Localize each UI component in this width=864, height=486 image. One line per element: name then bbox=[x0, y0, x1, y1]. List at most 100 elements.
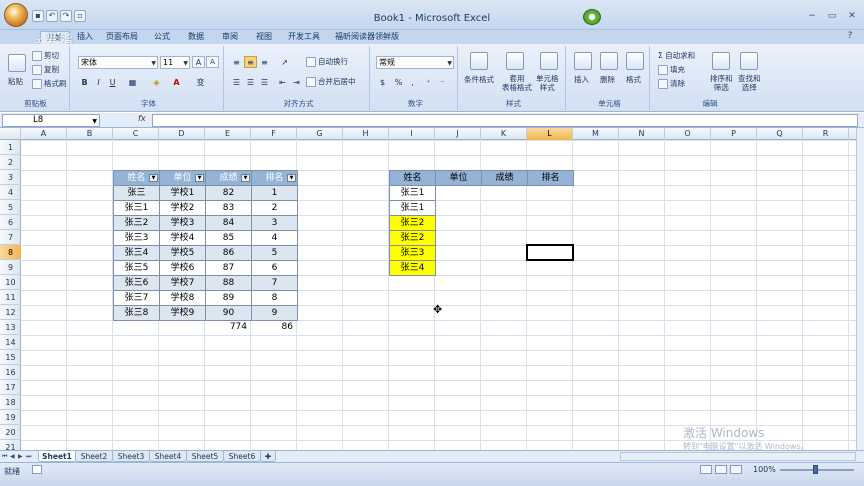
page-break-view-icon[interactable] bbox=[730, 465, 742, 474]
formula-input[interactable] bbox=[152, 114, 858, 127]
maximize-button[interactable]: ▭ bbox=[826, 11, 838, 21]
font-size-combo[interactable]: 11 ▼ bbox=[160, 56, 190, 69]
insert-sheet-icon[interactable]: ✚ bbox=[260, 451, 276, 462]
table1-cell[interactable]: 张三3 bbox=[113, 230, 160, 246]
align-top-icon[interactable]: ≡ bbox=[230, 56, 243, 68]
help-icon[interactable]: ? bbox=[844, 31, 856, 41]
format-cells-label[interactable]: 格式 bbox=[626, 74, 641, 85]
zoom-slider-knob[interactable] bbox=[813, 465, 818, 474]
table2-name-cell[interactable]: 张三4 bbox=[389, 260, 436, 276]
active-cell-l8[interactable] bbox=[526, 244, 574, 261]
row-header-2[interactable]: 2 bbox=[0, 155, 21, 170]
table1-cell[interactable]: 89 bbox=[205, 290, 252, 306]
row-header-8[interactable]: 8 bbox=[0, 245, 21, 260]
align-middle-icon[interactable]: ≡ bbox=[244, 56, 257, 68]
table1-cell[interactable]: 张三 bbox=[113, 185, 160, 201]
column-header-q[interactable]: Q bbox=[757, 128, 803, 140]
column-header-d[interactable]: D bbox=[159, 128, 205, 140]
delete-cells-label[interactable]: 删除 bbox=[600, 74, 615, 85]
decrease-indent-icon[interactable]: ⇤ bbox=[276, 76, 289, 88]
tab-insert[interactable]: 插入 bbox=[70, 31, 100, 44]
avg-score-cell[interactable]: 86 bbox=[251, 320, 297, 335]
filter-dropdown-icon[interactable]: ▼ bbox=[241, 174, 250, 182]
sheet-tab-3[interactable]: Sheet3 bbox=[112, 451, 150, 462]
table1-cell[interactable]: 学校6 bbox=[159, 260, 206, 276]
find-select-label[interactable]: 查找和 选择 bbox=[738, 74, 761, 92]
row-header-14[interactable]: 14 bbox=[0, 335, 21, 350]
cut-button[interactable]: 剪切 bbox=[32, 50, 59, 61]
grow-font-button[interactable]: A bbox=[192, 56, 205, 68]
format-as-table-icon[interactable] bbox=[506, 52, 524, 70]
table1-cell[interactable]: 5 bbox=[251, 245, 298, 261]
column-header-c[interactable]: C bbox=[113, 128, 159, 140]
align-center-icon[interactable]: ☰ bbox=[244, 76, 257, 88]
table1-cell[interactable]: 张三6 bbox=[113, 275, 160, 291]
table1-cell[interactable]: 82 bbox=[205, 185, 252, 201]
macro-record-icon[interactable] bbox=[32, 465, 42, 474]
table1-cell[interactable]: 学校3 bbox=[159, 215, 206, 231]
cell-styles-icon[interactable] bbox=[540, 52, 558, 70]
table1-cell[interactable]: 3 bbox=[251, 215, 298, 231]
table2-header[interactable]: 姓名 bbox=[389, 170, 436, 186]
column-header-b[interactable]: B bbox=[67, 128, 113, 140]
column-header-h[interactable]: H bbox=[343, 128, 389, 140]
close-button[interactable]: ✕ bbox=[846, 11, 858, 21]
table2-name-cell[interactable]: 张三2 bbox=[389, 215, 436, 231]
table1-cell[interactable]: 84 bbox=[205, 215, 252, 231]
column-header-j[interactable]: J bbox=[435, 128, 481, 140]
column-header-e[interactable]: E bbox=[205, 128, 251, 140]
merge-center-button[interactable]: 合并后居中 bbox=[306, 76, 356, 87]
table1-cell[interactable]: 学校1 bbox=[159, 185, 206, 201]
shrink-font-button[interactable]: A bbox=[206, 56, 219, 68]
cell-area[interactable]: 姓名 ▼ 单位 ▼ 成绩 ▼ 排名 ▼ 张三 学校1 82 1 张三1 学校2 83 2 张三2 学校3 84 3 张三… bbox=[21, 140, 856, 450]
table2-name-cell[interactable]: 张三1 bbox=[389, 200, 436, 216]
font-color-button[interactable]: A bbox=[170, 76, 183, 88]
minimize-button[interactable]: − bbox=[806, 11, 818, 21]
comma-button[interactable]: , bbox=[406, 76, 419, 88]
row-header-17[interactable]: 17 bbox=[0, 380, 21, 395]
tab-view[interactable]: 视图 bbox=[250, 31, 278, 44]
row-header-7[interactable]: 7 bbox=[0, 230, 21, 245]
cell-styles-label[interactable]: 单元格 样式 bbox=[536, 74, 559, 92]
orientation-icon[interactable]: ↗ bbox=[278, 56, 291, 68]
tab-formulas[interactable]: 公式 bbox=[148, 31, 176, 44]
table1-cell[interactable]: 张三4 bbox=[113, 245, 160, 261]
table1-cell[interactable]: 88 bbox=[205, 275, 252, 291]
row-header-4[interactable]: 4 bbox=[0, 185, 21, 200]
table1-header[interactable]: 单位 ▼ bbox=[159, 170, 206, 186]
row-header-15[interactable]: 15 bbox=[0, 350, 21, 365]
app-badge-icon[interactable]: ● bbox=[583, 9, 601, 25]
fill-button[interactable]: 填充 bbox=[658, 64, 685, 75]
row-header-1[interactable]: 1 bbox=[0, 140, 21, 155]
tab-developer[interactable]: 开发工具 bbox=[284, 31, 324, 44]
phonetic-button[interactable]: 变 bbox=[194, 76, 207, 88]
increase-indent-icon[interactable]: ⇥ bbox=[290, 76, 303, 88]
table1-cell[interactable]: 学校9 bbox=[159, 305, 206, 321]
paste-icon[interactable] bbox=[8, 54, 26, 72]
sheet-tab-2[interactable]: Sheet2 bbox=[75, 451, 113, 462]
row-header-20[interactable]: 20 bbox=[0, 425, 21, 440]
prev-sheet-icon[interactable]: ◀ bbox=[10, 452, 17, 461]
table1-cell[interactable]: 6 bbox=[251, 260, 298, 276]
table1-cell[interactable]: 7 bbox=[251, 275, 298, 291]
table1-cell[interactable]: 1 bbox=[251, 185, 298, 201]
normal-view-icon[interactable] bbox=[700, 465, 712, 474]
tab-page-layout[interactable]: 页面布局 bbox=[102, 31, 142, 44]
table1-cell[interactable]: 张三7 bbox=[113, 290, 160, 306]
filter-dropdown-icon[interactable]: ▼ bbox=[287, 174, 296, 182]
name-box[interactable]: L8 ▼ bbox=[2, 114, 100, 127]
row-header-6[interactable]: 6 bbox=[0, 215, 21, 230]
tab-review[interactable]: 审阅 bbox=[216, 31, 244, 44]
tab-foxit[interactable]: 福昕阅读器领鲜版 bbox=[332, 31, 402, 44]
insert-cells-label[interactable]: 插入 bbox=[574, 74, 589, 85]
sum-score-cell[interactable]: 774 bbox=[205, 320, 251, 335]
currency-icon[interactable]: $ bbox=[376, 76, 389, 88]
row-header-5[interactable]: 5 bbox=[0, 200, 21, 215]
border-icon[interactable]: ▦ bbox=[126, 76, 139, 88]
column-header-r[interactable]: R bbox=[803, 128, 849, 140]
sort-filter-label[interactable]: 排序和 筛选 bbox=[710, 74, 733, 92]
table1-cell[interactable]: 学校7 bbox=[159, 275, 206, 291]
row-header-11[interactable]: 11 bbox=[0, 290, 21, 305]
column-header-p[interactable]: P bbox=[711, 128, 757, 140]
sort-filter-icon[interactable] bbox=[712, 52, 730, 70]
